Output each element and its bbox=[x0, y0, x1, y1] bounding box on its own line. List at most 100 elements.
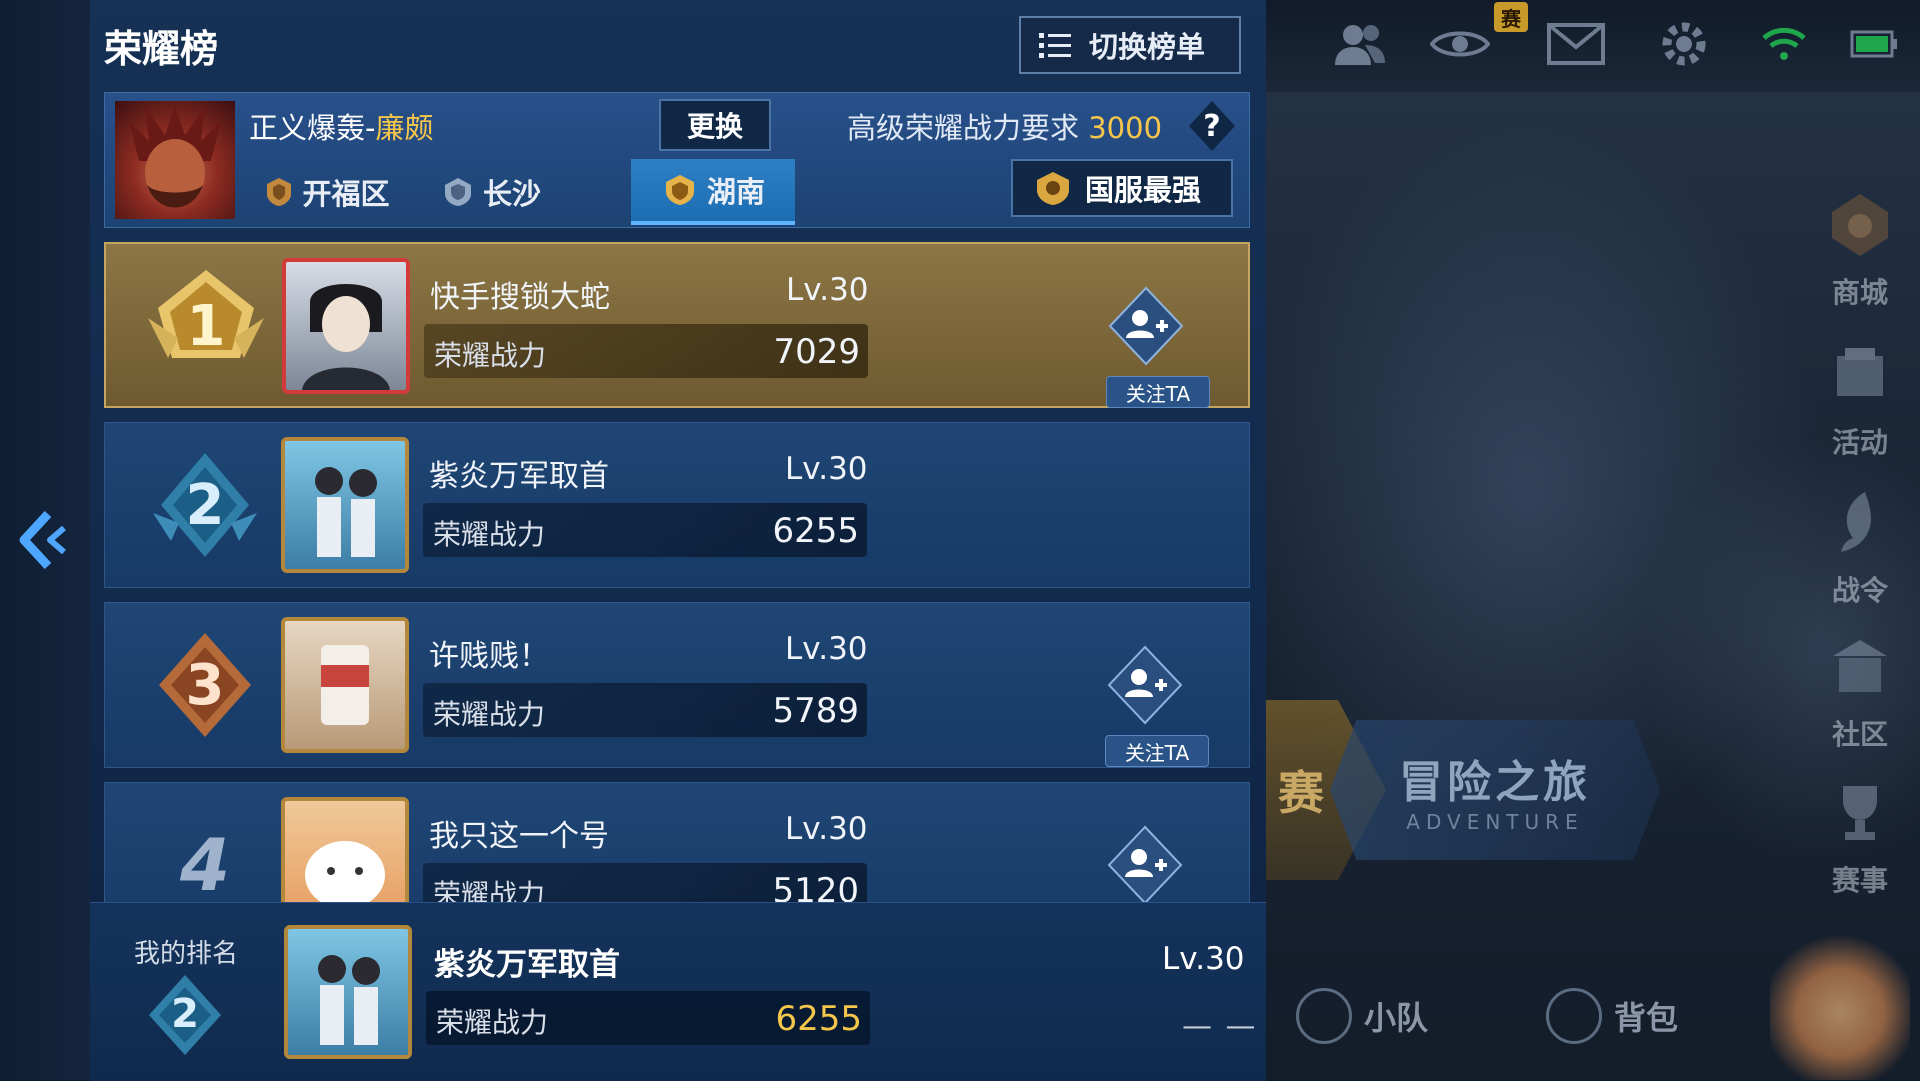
avatar[interactable] bbox=[284, 925, 412, 1059]
tab-district[interactable]: 开福区 bbox=[245, 159, 409, 225]
region-emblem-icon bbox=[444, 178, 471, 206]
side-menu-tournament[interactable]: 赛事 bbox=[1810, 778, 1910, 899]
switch-leaderboard-button[interactable]: 切换榜单 bbox=[1019, 16, 1241, 74]
power-label: 荣耀战力 bbox=[433, 878, 546, 902]
hero-portrait-corner[interactable] bbox=[1770, 930, 1910, 1080]
table-row[interactable]: 4 我只这一个号 Lv.30 荣耀战力 5120 bbox=[104, 782, 1250, 902]
tab-city[interactable]: 长沙 bbox=[409, 159, 573, 225]
friends-icon[interactable] bbox=[1330, 14, 1390, 74]
match-badge: 赛 bbox=[1494, 2, 1528, 32]
ranking-list[interactable]: 1 快手搜锁大蛇 Lv.30 荣耀战力 7029 关注TA 2 紫炎万军取首 L… bbox=[104, 242, 1250, 902]
settings-icon[interactable] bbox=[1654, 14, 1714, 74]
bag-icon bbox=[1546, 988, 1602, 1044]
rank-number: 2 bbox=[185, 472, 225, 538]
community-icon bbox=[1833, 640, 1887, 692]
my-rank-footer: 我的排名 2 紫炎万军取首 Lv.30 荣耀战力 6255 — — bbox=[90, 902, 1266, 1081]
rank-change-indicator: — — bbox=[1182, 1009, 1258, 1044]
power-bar: 荣耀战力 5789 bbox=[423, 683, 867, 737]
honor-leaderboard-panel: 荣耀榜 切换榜单 正义爆轰-廉颇 更换 高级荣耀战力要求 3000 ? 开福区 … bbox=[90, 0, 1266, 1081]
avatar[interactable] bbox=[281, 437, 409, 573]
avatar[interactable] bbox=[282, 258, 410, 394]
player-level: Lv.30 bbox=[785, 451, 868, 487]
side-menu-label: 社区 bbox=[1831, 718, 1888, 751]
side-menu-activity[interactable]: 活动 bbox=[1810, 340, 1910, 461]
power-label: 荣耀战力 bbox=[433, 518, 546, 551]
tab-label: 开福区 bbox=[302, 177, 390, 211]
switch-leaderboard-label: 切换榜单 bbox=[1089, 30, 1206, 64]
tab-label: 长沙 bbox=[482, 177, 541, 211]
bottom-menu-label: 背包 bbox=[1614, 999, 1679, 1037]
add-friend-icon[interactable] bbox=[1108, 286, 1184, 366]
requirement-text: 高级荣耀战力要求 3000 bbox=[847, 105, 1162, 147]
power-value: 7029 bbox=[773, 332, 860, 372]
player-name: 快手搜锁大蛇 bbox=[430, 280, 610, 315]
rank-badge-silver: 2 bbox=[143, 443, 267, 567]
hero-header-card: 正义爆轰-廉颇 更换 高级荣耀战力要求 3000 ? 开福区 长沙 湖南 国服最… bbox=[104, 92, 1250, 228]
power-value: 6255 bbox=[772, 511, 859, 551]
power-bar: 荣耀战力 6255 bbox=[423, 503, 867, 557]
add-friend-icon[interactable] bbox=[1107, 645, 1183, 725]
table-row[interactable]: 3 许贱贱！ Lv.30 荣耀战力 5789 关注TA bbox=[104, 602, 1250, 768]
battery-icon bbox=[1844, 14, 1904, 74]
requirement-value: 3000 bbox=[1088, 111, 1163, 145]
power-value: 6255 bbox=[775, 999, 862, 1039]
my-rank-title: 我的排名 bbox=[134, 939, 239, 969]
my-power-bar: 荣耀战力 6255 bbox=[426, 991, 870, 1045]
adventure-mode-banner[interactable]: 冒险之旅 ADVENTURE bbox=[1330, 720, 1660, 860]
avatar[interactable] bbox=[281, 797, 409, 902]
mail-icon[interactable] bbox=[1546, 14, 1606, 74]
rank-number: 3 bbox=[185, 652, 225, 718]
rank-badge-bronze: 3 bbox=[143, 623, 267, 747]
rank-badge-gold: 1 bbox=[144, 264, 268, 388]
adventure-subtitle: ADVENTURE bbox=[1406, 810, 1584, 834]
table-row[interactable]: 1 快手搜锁大蛇 Lv.30 荣耀战力 7029 关注TA bbox=[104, 242, 1250, 408]
back-arrow-icon bbox=[19, 510, 66, 570]
power-value: 5789 bbox=[772, 691, 859, 731]
power-bar: 荣耀战力 7029 bbox=[424, 324, 868, 378]
add-friend-icon[interactable] bbox=[1107, 825, 1183, 902]
back-button[interactable] bbox=[18, 510, 70, 570]
region-emblem-icon bbox=[267, 178, 292, 206]
activity-icon bbox=[1837, 348, 1883, 396]
player-level: Lv.30 bbox=[786, 272, 869, 308]
player-name: 我只这一个号 bbox=[429, 819, 609, 854]
bottom-menu-bag[interactable]: 背包 bbox=[1546, 988, 1678, 1044]
power-label: 荣耀战力 bbox=[436, 1006, 549, 1039]
power-bar: 荣耀战力 5120 bbox=[423, 863, 867, 902]
power-value: 5120 bbox=[772, 871, 859, 902]
side-menu-shop[interactable]: 商城 bbox=[1810, 190, 1910, 311]
my-rank-badge: 2 bbox=[142, 971, 228, 1057]
tab-province[interactable]: 湖南 bbox=[631, 159, 795, 225]
hero-skin-name: 正义爆轰- bbox=[249, 111, 376, 145]
crown-shield-icon bbox=[1037, 172, 1069, 205]
player-level: Lv.30 bbox=[785, 811, 868, 847]
bottom-menu-team[interactable]: 小队 bbox=[1296, 988, 1428, 1044]
power-label: 荣耀战力 bbox=[434, 339, 547, 372]
avatar[interactable] bbox=[281, 617, 409, 753]
follow-button[interactable]: 关注TA bbox=[1106, 376, 1210, 408]
adventure-title: 冒险之旅 bbox=[1399, 757, 1591, 808]
hero-avatar[interactable] bbox=[115, 101, 235, 219]
follow-button[interactable]: 关注TA bbox=[1105, 735, 1209, 767]
side-menu-label: 商城 bbox=[1831, 276, 1888, 309]
national-best-button[interactable]: 国服最强 bbox=[1011, 159, 1233, 217]
trophy-icon bbox=[1843, 786, 1877, 840]
player-name: 紫炎万军取首 bbox=[429, 459, 609, 494]
side-menu-battle-pass[interactable]: 战令 bbox=[1810, 488, 1910, 609]
battle-pass-icon bbox=[1841, 492, 1871, 552]
player-level: Lv.30 bbox=[785, 631, 868, 667]
side-menu-label: 赛事 bbox=[1831, 864, 1888, 897]
table-row[interactable]: 2 紫炎万军取首 Lv.30 荣耀战力 6255 bbox=[104, 422, 1250, 588]
player-name: 许贱贱！ bbox=[429, 639, 549, 674]
question-icon[interactable]: ? bbox=[1189, 101, 1235, 151]
match-mode-label: 赛 bbox=[1278, 766, 1324, 820]
side-menu-label: 活动 bbox=[1831, 426, 1888, 459]
rank-number: 1 bbox=[186, 293, 226, 359]
change-hero-button[interactable]: 更换 bbox=[659, 99, 771, 151]
side-menu-community[interactable]: 社区 bbox=[1810, 632, 1910, 753]
flag-icon bbox=[1296, 988, 1352, 1044]
eye-icon[interactable] bbox=[1430, 14, 1490, 74]
hero-name: 正义爆轰-廉颇 bbox=[249, 105, 433, 147]
rank-badge-plain: 4 bbox=[143, 803, 267, 902]
list-icon bbox=[1039, 33, 1071, 58]
